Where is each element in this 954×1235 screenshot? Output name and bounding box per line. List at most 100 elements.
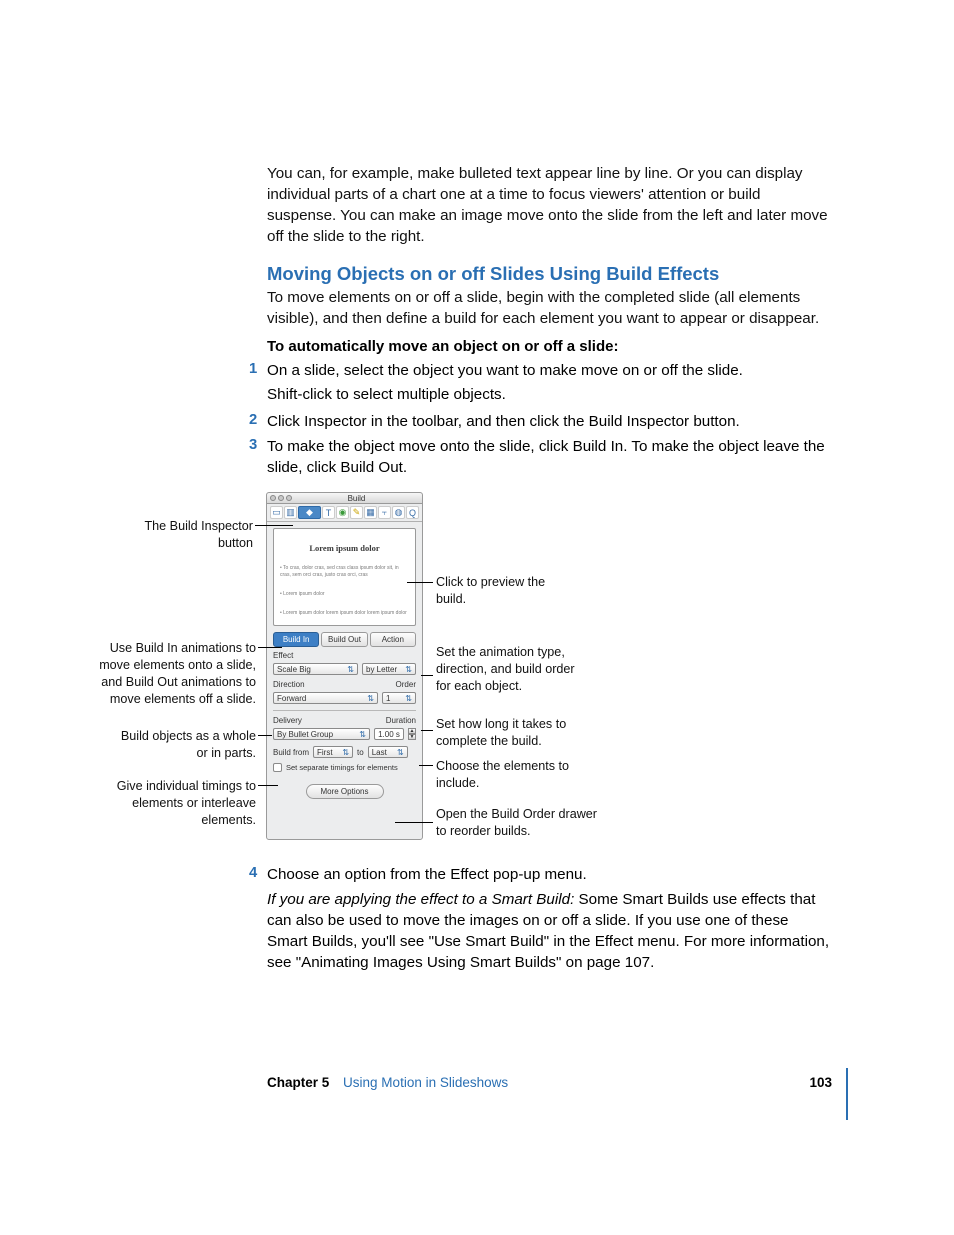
duration-label: Duration xyxy=(366,716,416,725)
metrics-inspector-icon[interactable]: ✎ xyxy=(350,506,363,519)
duration-field[interactable]: 1.00 s xyxy=(374,728,404,740)
footer-accent-bar xyxy=(846,1068,848,1120)
chevron-down-icon: ⇅ xyxy=(359,730,366,739)
close-icon[interactable] xyxy=(270,495,276,501)
build-from-label: Build from xyxy=(273,748,309,757)
preview-bullet-1: • To cras, dolor cras, sed cras class ip… xyxy=(280,565,409,579)
build-to-select[interactable]: Last ⇅ xyxy=(368,746,408,758)
hyperlink-inspector-icon[interactable]: ◍ xyxy=(392,506,405,519)
step-1: On a slide, select the object you want t… xyxy=(267,361,832,382)
slide-inspector-icon[interactable]: ▥ xyxy=(284,506,297,519)
callout-line xyxy=(255,525,293,526)
text-inspector-icon[interactable]: T xyxy=(322,506,335,519)
zoom-icon[interactable] xyxy=(286,495,292,501)
chevron-down-icon: ⇅ xyxy=(405,694,412,703)
callout-build-order-drawer: Open the Build Order drawer to reorder b… xyxy=(436,806,606,840)
build-to-label: to xyxy=(357,748,364,757)
effect-value: Scale Big xyxy=(277,665,311,674)
step-2: Click Inspector in the toolbar, and then… xyxy=(267,412,832,433)
build-form: Effect Scale Big ⇅ by Letter ⇅ Direction O… xyxy=(273,651,416,704)
step-number-2: 2 xyxy=(249,412,257,428)
build-inspector-panel: Build ▭ ▥ ◆ T ◉ ✎ ▦ ⫟ ◍ Q Lorem ipsum do… xyxy=(266,492,423,840)
inspector-tabbar: ▭ ▥ ◆ T ◉ ✎ ▦ ⫟ ◍ Q xyxy=(267,504,422,522)
callout-build-in-out: Use Build In animations to move elements… xyxy=(96,640,256,708)
preview-bullet-2: • Lorem ipsum dolor xyxy=(280,591,409,598)
duration-stepper[interactable]: ▲▼ xyxy=(408,728,416,740)
build-to-value: Last xyxy=(372,748,387,757)
step-number-1: 1 xyxy=(249,361,257,377)
order-label: Order xyxy=(376,680,416,689)
chart-inspector-icon[interactable]: ⫟ xyxy=(378,506,391,519)
tab-build-out[interactable]: Build Out xyxy=(321,632,367,647)
order-value: 1 xyxy=(386,694,390,703)
panel-titlebar: Build xyxy=(267,493,422,504)
callout-line xyxy=(258,785,278,786)
step-4-note: If you are applying the effect to a Smar… xyxy=(267,890,832,974)
page: You can, for example, make bulleted text… xyxy=(0,0,954,1235)
tab-action[interactable]: Action xyxy=(370,632,416,647)
delivery-mode-select[interactable]: by Letter ⇅ xyxy=(362,663,416,675)
delivery-value: By Bullet Group xyxy=(277,730,333,739)
callout-line xyxy=(421,730,433,731)
build-from-value: First xyxy=(317,748,333,757)
preview-bullet-3: • Lorem ipsum dolor lorem ipsum dolor lo… xyxy=(280,610,409,617)
build-preview[interactable]: Lorem ipsum dolor • To cras, dolor cras,… xyxy=(273,528,416,626)
callout-line xyxy=(258,647,282,648)
document-inspector-icon[interactable]: ▭ xyxy=(270,506,283,519)
callout-inspector-button: The Build Inspector button xyxy=(113,518,253,552)
step-3: To make the object move onto the slide, … xyxy=(267,437,832,479)
section-body: To move elements on or off a slide, begi… xyxy=(267,288,832,330)
preview-headline: Lorem ipsum dolor xyxy=(280,543,409,553)
build-tabs: Build In Build Out Action xyxy=(273,632,416,647)
callout-include: Choose the elements to include. xyxy=(436,758,596,792)
build-inspector-icon[interactable]: ◆ xyxy=(298,506,321,519)
callout-duration: Set how long it takes to complete the bu… xyxy=(436,716,586,750)
build-from-select[interactable]: First ⇅ xyxy=(313,746,353,758)
order-select[interactable]: 1⇅ xyxy=(382,692,416,704)
delivery-select[interactable]: By Bullet Group ⇅ xyxy=(273,728,370,740)
delivery-label: Delivery xyxy=(273,716,362,725)
chevron-down-icon: ⇅ xyxy=(342,748,349,757)
callout-line xyxy=(258,735,272,736)
intro-paragraph: You can, for example, make bulleted text… xyxy=(267,164,832,248)
page-number: 103 xyxy=(809,1075,832,1090)
chapter-name: Using Motion in Slideshows xyxy=(343,1075,508,1090)
minimize-icon[interactable] xyxy=(278,495,284,501)
chevron-down-icon: ⇅ xyxy=(347,665,354,674)
direction-label: Direction xyxy=(273,680,372,689)
graphic-inspector-icon[interactable]: ◉ xyxy=(336,506,349,519)
callout-line xyxy=(407,582,433,583)
callout-line xyxy=(419,765,433,766)
effect-select[interactable]: Scale Big ⇅ xyxy=(273,663,358,675)
chapter-label: Chapter 5 xyxy=(267,1075,329,1090)
direction-value: Forward xyxy=(277,694,306,703)
step-number-4: 4 xyxy=(249,865,257,881)
chevron-down-icon: ⇅ xyxy=(405,665,412,674)
callout-line xyxy=(421,675,433,676)
callout-animation-type: Set the animation type, direction, and b… xyxy=(436,644,586,695)
page-footer: Chapter 5 Using Motion in Slideshows 103 xyxy=(267,1075,832,1090)
callout-preview: Click to preview the build. xyxy=(436,574,576,608)
more-options-button[interactable]: More Options xyxy=(306,784,384,799)
tab-build-in[interactable]: Build In xyxy=(273,632,319,647)
table-inspector-icon[interactable]: ▦ xyxy=(364,506,377,519)
section-heading: Moving Objects on or off Slides Using Bu… xyxy=(267,263,719,285)
step-4: Choose an option from the Effect pop-up … xyxy=(267,865,832,886)
separate-timings-label: Set separate timings for elements xyxy=(286,763,398,772)
step-1-note: Shift-click to select multiple objects. xyxy=(267,385,832,406)
step-number-3: 3 xyxy=(249,437,257,453)
form-divider xyxy=(273,710,416,711)
panel-title: Build xyxy=(294,494,419,503)
callout-build-parts: Build objects as a whole or in parts. xyxy=(116,728,256,762)
delivery-mode-value: by Letter xyxy=(366,665,397,674)
separate-timings-checkbox[interactable] xyxy=(273,763,282,772)
step-4-note-emphasis: If you are applying the effect to a Smar… xyxy=(267,891,574,908)
direction-select[interactable]: Forward ⇅ xyxy=(273,692,378,704)
effect-label: Effect xyxy=(273,651,416,660)
chevron-down-icon: ⇅ xyxy=(397,748,404,757)
callout-line xyxy=(395,822,433,823)
quicktime-inspector-icon[interactable]: Q xyxy=(406,506,419,519)
callout-timings: Give individual timings to elements or i… xyxy=(96,778,256,829)
procedure-lead: To automatically move an object on or of… xyxy=(267,338,618,355)
chevron-down-icon: ⇅ xyxy=(367,694,374,703)
